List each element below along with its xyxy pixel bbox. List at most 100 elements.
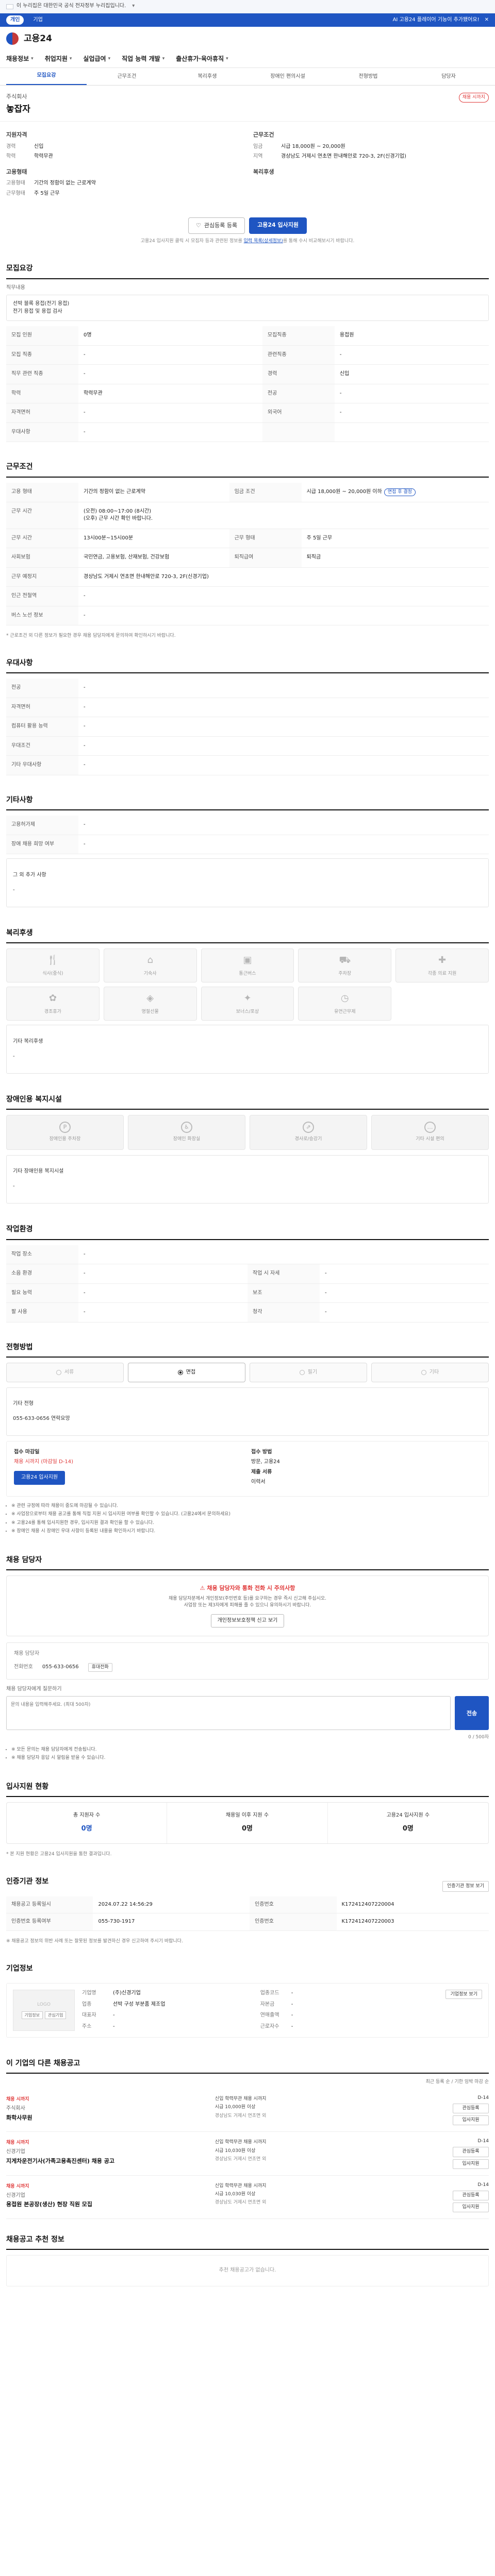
- workplace-section: 작업환경 작업 장소 - 소음 환경 - 작업 시 자세 - 필요 능력 - 보조 - 팔 사…: [0, 1213, 495, 1330]
- segment-personal[interactable]: 개인: [6, 15, 24, 25]
- char-count: 0 / 500자: [468, 1735, 489, 1740]
- info-link-button[interactable]: 인증기관 정보 보기: [442, 1880, 489, 1892]
- disability-item: ⇗ 경사로/승강기: [250, 1114, 367, 1150]
- chevron-down-icon: ▾: [69, 56, 72, 61]
- job-meta: 신입 학력무관 채용 시까지: [214, 2183, 267, 2189]
- section-title: 모집요강: [6, 263, 489, 279]
- method-label: 접수 방법: [251, 1449, 272, 1455]
- job-location: 경상남도 거제시 연초면 외: [214, 2199, 267, 2205]
- tab-recruit[interactable]: 모집요강: [6, 72, 87, 85]
- job-interest-button[interactable]: 관심등록: [453, 2147, 489, 2157]
- contact-section: 채용 담당자 ⚠ 채용 담당자와 통화 전화 시 주의사항 채용 담당자분께서 …: [0, 1544, 495, 1770]
- notice-info-note: ※ 채용공고 정보의 위반 사례 또는 잘못된 정보를 발견하신 경우 신고하여…: [6, 1938, 183, 1944]
- tab-selection[interactable]: 전형방법: [328, 73, 408, 86]
- duty-label: 직무내용: [6, 284, 25, 291]
- chevron-down-icon: ▾: [226, 56, 228, 61]
- close-icon[interactable]: ✕: [485, 16, 489, 24]
- notice-info-section: 인증기관 정보 인증기관 정보 보기 채용공고 등록일시 2024.07.22 1…: [0, 1865, 495, 1952]
- phone-value[interactable]: 055-633-0656: [42, 1664, 79, 1671]
- table-row: 자격면허 -: [6, 698, 489, 718]
- job-apply-button[interactable]: 입사지원: [453, 2115, 489, 2126]
- summary-label: 근무형태: [6, 190, 25, 196]
- job-list-item[interactable]: 채용 시까지 신경기업 용접원 본공장(생산) 현장 직원 모집 신입 학력무관…: [6, 2176, 489, 2219]
- company-info-button[interactable]: 기업정보 보기: [446, 1989, 482, 1999]
- table-row: 인근 전철역 -: [6, 586, 489, 606]
- job-interest-button[interactable]: 관심등록: [453, 2190, 489, 2200]
- stats-section: 입사지원 현황 총 지원자 수 0명 채용일 이후 지원 수 0명 고용24 입사지…: [0, 1770, 495, 1866]
- apply-method-grid: 접수 마감일 채용 시까지 (마감일 D-14) 고용24 입사지원 접수 방법…: [6, 1441, 489, 1497]
- job-apply-button[interactable]: 입사지원: [453, 2159, 489, 2169]
- sort-options[interactable]: 최근 등록 순 / 기한 임박 마감 순: [426, 2079, 489, 2086]
- apply-button[interactable]: 고용24 입사지원: [249, 217, 307, 234]
- method-document: 서류: [6, 1362, 124, 1382]
- other-table: 고용허가제 - 장애 채용 희망 여부 -: [6, 816, 489, 855]
- gov-notice-bar: 이 누리집은 대한민국 공식 전자정부 누리집입니다. ▾: [0, 0, 495, 13]
- table-row: 필요 능력 - 보조 -: [6, 1283, 489, 1303]
- interest-button[interactable]: ♡ 관심등록 등록: [188, 217, 245, 234]
- gov-logo-icon[interactable]: [6, 32, 19, 45]
- send-button[interactable]: 전송: [455, 1696, 489, 1731]
- table-row: 사회보험 국민연금, 고용보험, 산재보험, 건강보험 퇴직급여 퇴직금: [6, 548, 489, 568]
- job-apply-button[interactable]: 입사지원: [453, 2202, 489, 2212]
- job-location: 경상남도 거제시 연초면 외: [214, 2113, 267, 2119]
- nav-item-support[interactable]: 취업지원 ▾: [45, 55, 72, 63]
- cta-note: 고용24 입사지원 클릭 시 모집자 등과 관련된 정보를 입력 목록(상세정보…: [140, 239, 355, 244]
- summary-conditions-title: 근무조건: [253, 131, 274, 138]
- chevron-down-icon[interactable]: ▾: [132, 3, 135, 10]
- cta-area: ♡ 관심등록 등록 고용24 입사지원: [0, 209, 495, 238]
- job-list-item[interactable]: 채용 시까지 신경기업 지게차운전기사(가족고용촉진센터) 채용 공고 신입 학…: [6, 2132, 489, 2176]
- company-info-mini-button[interactable]: 기업정보: [21, 2011, 43, 2020]
- summary-value: 주 5일 근무: [34, 190, 60, 196]
- table-row: 근무 시간 13시00분~15시00분 근무 형태 주 5일 근무: [6, 529, 489, 549]
- job-title-link: 지게차운전기사(가족고용촉진센터) 채용 공고: [6, 2157, 114, 2164]
- job-list-item[interactable]: 채용 시까지 주식회사 화학사무원 신입 학력무관 채용 시까지 시급 10,0…: [6, 2089, 489, 2132]
- workplace-table: 작업 장소 - 소음 환경 - 작업 시 자세 - 필요 능력 - 보조 - 팔 사용 - 청각 -: [6, 1245, 489, 1323]
- summary-value: 학력무관: [34, 154, 53, 160]
- tab-disability[interactable]: 장애인 편의시설: [248, 73, 328, 86]
- job-dday: D-14: [477, 2095, 489, 2101]
- summary-label: 경력: [6, 143, 16, 149]
- announcement-text[interactable]: AI 고용24 플레이어 기능이 추가됐어요!: [393, 16, 480, 24]
- nav-item-training[interactable]: 직업 능력 개발 ▾: [122, 55, 164, 63]
- nav-item-unemployment[interactable]: 실업급여 ▾: [83, 55, 110, 63]
- other-extra-label: 그 외 추가 사항: [13, 872, 46, 878]
- site-logo-text[interactable]: 고용24: [24, 32, 52, 45]
- job-interest-button[interactable]: 관심등록: [453, 2104, 489, 2114]
- welfare-grid: 🍴 식사(중식) ⌂ 기숙사 ▣ 통근버스 ⛟ 주차장 ✚ 각종 의료 지원 ✿ 경조휴가 …: [6, 948, 489, 1021]
- prefer-section: 우대사항 전공 - 자격면허 - 컴퓨터 활용 능력 - 우대조건 - 기타 우대사항 -: [0, 647, 495, 784]
- disability-etc-text: -: [13, 1183, 15, 1190]
- table-row: 우대사항 -: [6, 422, 489, 443]
- disability-item: … 기타 시설 편의: [371, 1114, 489, 1150]
- nav-item-jobs[interactable]: 채용정보 ▾: [6, 55, 34, 63]
- welfare-item: ⛟ 주차장: [298, 948, 392, 983]
- message-input[interactable]: [6, 1696, 451, 1731]
- apply-button-secondary[interactable]: 고용24 입사지원: [14, 1471, 65, 1485]
- job-meta: 신입 학력무관 채용 시까지: [214, 2140, 267, 2145]
- job-wage: 시급 10,000원 이상: [214, 2105, 256, 2110]
- list-item: ※ 사업장으로부터 채용 공고를 통해 직접 지원 시 입사지원 여부를 확인할…: [11, 1511, 489, 1518]
- table-row: 소음 환경 - 작업 시 자세 -: [6, 1264, 489, 1284]
- table-row: 컴퓨터 활용 능력 -: [6, 717, 489, 737]
- summary-label: 학력: [6, 154, 16, 160]
- conditions-note: * 근로조건 외 다른 정보가 필요한 경우 채용 담당자에게 문의하여 확인하…: [6, 633, 176, 639]
- chevron-down-icon: ▾: [31, 56, 34, 61]
- welfare-item: ✿ 경조휴가: [6, 987, 100, 1021]
- privacy-report-button[interactable]: 개인정보보호정책 신고 보기: [210, 1614, 285, 1628]
- company-info-section: 기업정보 LOGO 기업정보 관심기업 기업명 (주)신경기업 업종코드 - 업종 선박…: [0, 1952, 495, 2047]
- tab-contact[interactable]: 담당자: [408, 73, 489, 86]
- disability-item: P 장애인용 주차장: [6, 1114, 124, 1150]
- disability-etc-label: 기타 장애인용 복지시설: [13, 1168, 64, 1175]
- interest-company-mini-button[interactable]: 관심기업: [45, 2011, 67, 2020]
- compare-link[interactable]: 입력 목록(상세정보): [244, 239, 283, 244]
- nav-item-leave[interactable]: 출산휴가·육아휴직 ▾: [176, 55, 228, 63]
- job-dday: D-14: [477, 2182, 489, 2188]
- stat-cell: 고용24 입사지원 수 0명: [386, 1812, 430, 1833]
- prefer-table: 전공 - 자격면허 - 컴퓨터 활용 능력 - 우대조건 - 기타 우대사항 -: [6, 679, 489, 775]
- deadline-badge: 채용 시까지: [458, 93, 489, 103]
- segment-company[interactable]: 기업: [29, 15, 46, 25]
- tab-welfare[interactable]: 복리후생: [167, 73, 248, 86]
- section-title: 이 기업의 다른 채용공고: [6, 2058, 489, 2074]
- section-title: 전형방법: [6, 1342, 489, 1358]
- tab-conditions[interactable]: 근무조건: [87, 73, 167, 86]
- section-title: 기타사항: [6, 795, 489, 811]
